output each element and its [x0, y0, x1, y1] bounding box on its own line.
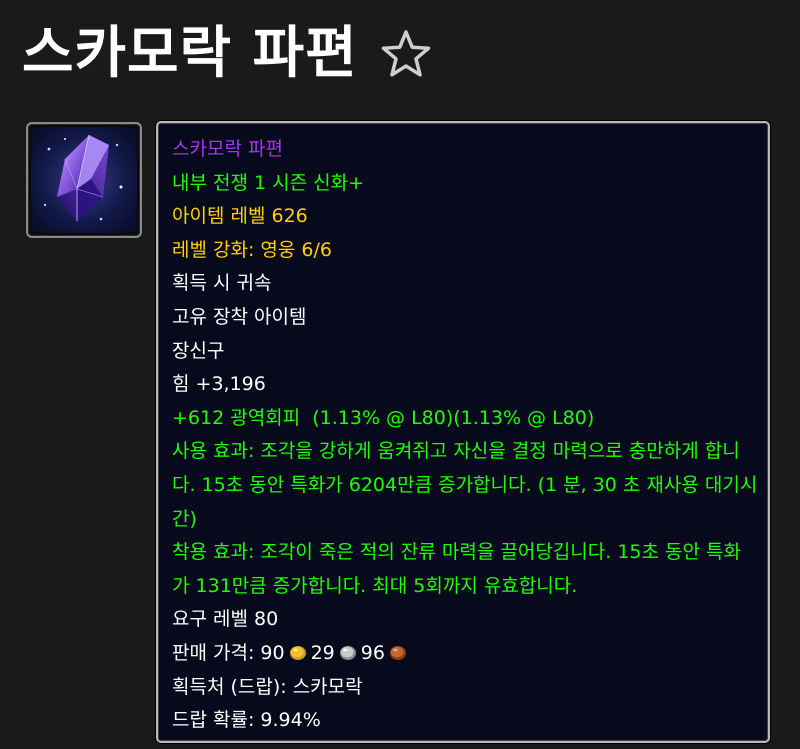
sell-price-label: 판매 가격:	[172, 641, 261, 664]
silver-coin-icon	[339, 645, 356, 660]
stat-avoidance: +612 광역회피 (1.13% @ L80)(1.13% @ L80)	[172, 406, 595, 429]
stat-strength: 힘 +3,196	[172, 373, 266, 396]
gold-amount: 90	[260, 641, 285, 664]
purple-crystal-shard-icon	[26, 122, 142, 238]
page-title: 스카모락 파편	[22, 21, 358, 86]
star-outline-icon[interactable]	[380, 28, 432, 80]
equip-effect: 착용 효과: 조각이 죽은 적의 잔류 마력을 끌어당깁니다. 15초 동안 특…	[172, 541, 741, 597]
slot-text: 장신구	[172, 339, 225, 362]
copper-coin-icon	[389, 645, 406, 660]
drop-rate: 드랍 확률: 9.94%	[172, 709, 321, 732]
sell-price: 판매 가격: 90 29 96	[172, 637, 758, 671]
item-tooltip: 스카모락 파편 내부 전쟁 1 시즌 신화+ 아이템 레벨 626 레벨 강화:…	[156, 121, 770, 743]
use-effect: 사용 효과: 조각을 강하게 움켜쥐고 자신을 결정 마력으로 충만하게 합니다…	[172, 440, 758, 530]
item-name: 스카모락 파편	[172, 138, 283, 160]
page: 스카모락 파편 스카모락 파편 내부 전쟁 1 시즌 신화+ 아이템 레벨 62…	[0, 0, 800, 749]
source-text: 획득처 (드랍): 스카모락	[172, 675, 363, 698]
required-level: 요구 레벨 80	[172, 608, 279, 631]
silver-amount: 29	[310, 641, 335, 664]
item-level: 아이템 레벨 626	[172, 205, 308, 228]
unique-text: 고유 장착 아이템	[172, 305, 307, 328]
title-row: 스카모락 파편	[22, 14, 432, 94]
gold-coin-icon	[289, 645, 306, 660]
season-tag: 내부 전쟁 1 시즌 신화+	[172, 171, 365, 194]
binding-text: 획득 시 귀속	[172, 272, 272, 295]
upgrade-level: 레벨 강화: 영웅 6/6	[172, 238, 332, 261]
copper-amount: 96	[360, 641, 385, 664]
